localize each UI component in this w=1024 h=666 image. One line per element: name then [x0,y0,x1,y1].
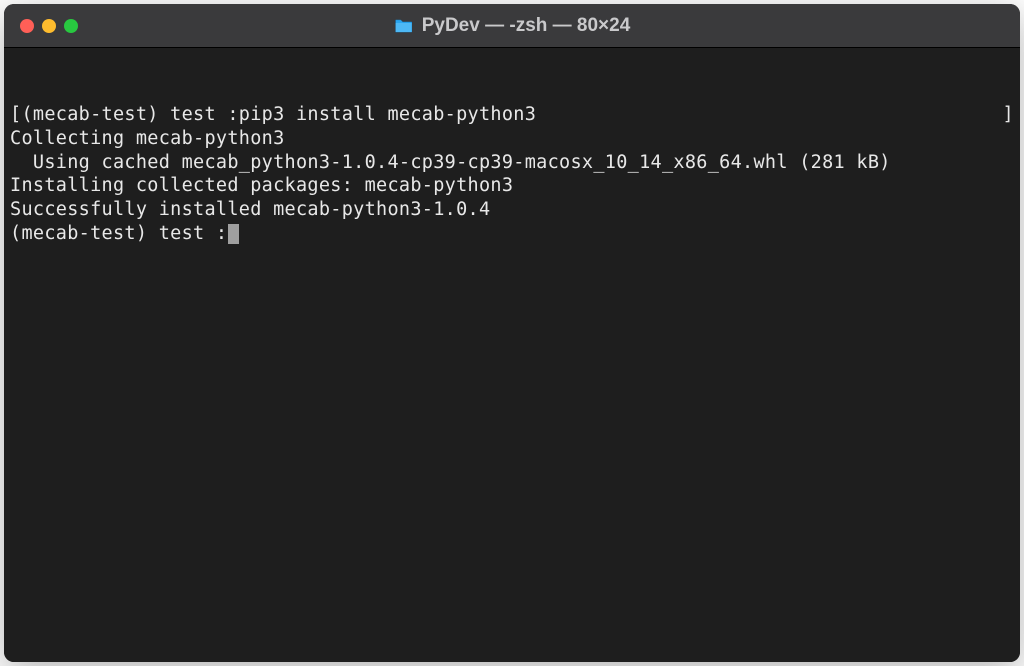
terminal-line: Successfully installed mecab-python3-1.0… [10,198,1014,222]
window-title: PyDev — -zsh — 80×24 [422,15,631,37]
window-title-group: PyDev — -zsh — 80×24 [394,15,631,37]
terminal-body[interactable]: [(mecab-test) test :pip3 install mecab-p… [4,48,1020,662]
terminal-prompt: (mecab-test) test : [10,223,227,244]
terminal-line: Using cached mecab_python3-1.0.4-cp39-cp… [10,151,1014,175]
terminal-line: Collecting mecab-python3 [10,127,1014,151]
traffic-lights [20,19,78,33]
terminal-line: [(mecab-test) test :pip3 install mecab-p… [10,103,1014,127]
cursor [228,224,239,244]
close-button[interactable] [20,19,34,33]
terminal-line: Installing collected packages: mecab-pyt… [10,174,1014,198]
folder-icon [394,18,414,34]
title-bar[interactable]: PyDev — -zsh — 80×24 [4,4,1020,48]
terminal-text: ] [1003,103,1014,127]
minimize-button[interactable] [42,19,56,33]
terminal-window: PyDev — -zsh — 80×24 [(mecab-test) test … [4,4,1020,662]
terminal-line: (mecab-test) test : [10,222,1014,246]
terminal-text: [(mecab-test) test :pip3 install mecab-p… [10,103,536,127]
maximize-button[interactable] [64,19,78,33]
